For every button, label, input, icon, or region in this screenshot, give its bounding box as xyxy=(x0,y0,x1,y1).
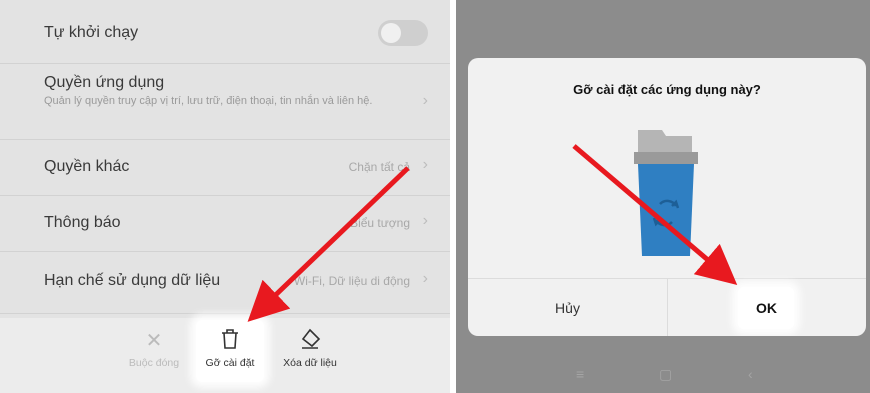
trash-bin-illustration xyxy=(634,130,698,256)
chevron-right-icon: › xyxy=(422,212,428,229)
system-nav-bar: ≡ ▢ ‹ xyxy=(456,358,870,393)
other-permissions-label: Quyền khác xyxy=(44,158,130,175)
app-permissions-label: Quyền ứng dụng xyxy=(44,74,165,91)
data-restriction-label: Hạn chế sử dụng dữ liệu xyxy=(44,272,221,289)
notifications-label: Thông báo xyxy=(44,214,121,231)
dialog-buttons: Hủy OK xyxy=(468,278,866,336)
data-restriction-row[interactable]: Hạn chế sử dụng dữ liệu Wi-Fi, Dữ liệu d… xyxy=(0,252,450,314)
clear-data-button[interactable]: Xóa dữ liệu xyxy=(270,328,350,369)
app-permissions-row[interactable]: Quyền ứng dụng Quản lý quyền truy cập vị… xyxy=(0,64,450,140)
ok-button[interactable]: OK xyxy=(667,279,866,336)
home-icon[interactable]: ▢ xyxy=(659,366,672,383)
dialog-title: Gỡ cài đặt các ứng dụng này? xyxy=(573,82,761,97)
other-permissions-value: Chặn tất cả xyxy=(348,160,410,174)
uninstall-dialog: Gỡ cài đặt các ứng dụng này? Hủy OK xyxy=(468,58,866,336)
menu-icon[interactable]: ≡ xyxy=(576,366,584,382)
force-stop-label: Buộc đóng xyxy=(128,357,180,369)
cancel-button[interactable]: Hủy xyxy=(468,279,667,336)
autostart-label: Tự khởi chạy xyxy=(44,24,139,41)
trash-icon xyxy=(190,328,270,352)
autostart-row[interactable]: Tự khởi chạy xyxy=(0,0,450,64)
chevron-right-icon: › xyxy=(422,156,428,173)
chevron-right-icon: › xyxy=(422,270,428,287)
chevron-right-icon: › xyxy=(422,92,428,109)
other-permissions-row[interactable]: Quyền khác Chặn tất cả › xyxy=(0,140,450,196)
autostart-toggle[interactable] xyxy=(378,20,428,46)
notifications-row[interactable]: Thông báo Biểu tượng › xyxy=(0,196,450,252)
back-icon[interactable]: ‹ xyxy=(748,366,753,382)
toggle-knob xyxy=(381,23,401,43)
uninstall-label: Gỡ cài đặt xyxy=(205,357,255,369)
data-restriction-value: Wi-Fi, Dữ liệu di động xyxy=(293,274,410,288)
app-permissions-description: Quản lý quyền truy cập vị trí, lưu trữ, … xyxy=(44,95,373,107)
notifications-value: Biểu tượng xyxy=(350,216,410,230)
app-settings-panel: Tự khởi chạy Quyền ứng dụng Quản lý quyề… xyxy=(0,0,450,393)
clear-data-label: Xóa dữ liệu xyxy=(283,357,337,369)
eraser-icon xyxy=(270,328,350,352)
force-stop-button[interactable]: ✕ Buộc đóng xyxy=(114,328,194,369)
close-icon: ✕ xyxy=(145,330,163,352)
uninstall-button[interactable]: Gỡ cài đặt xyxy=(190,328,270,369)
